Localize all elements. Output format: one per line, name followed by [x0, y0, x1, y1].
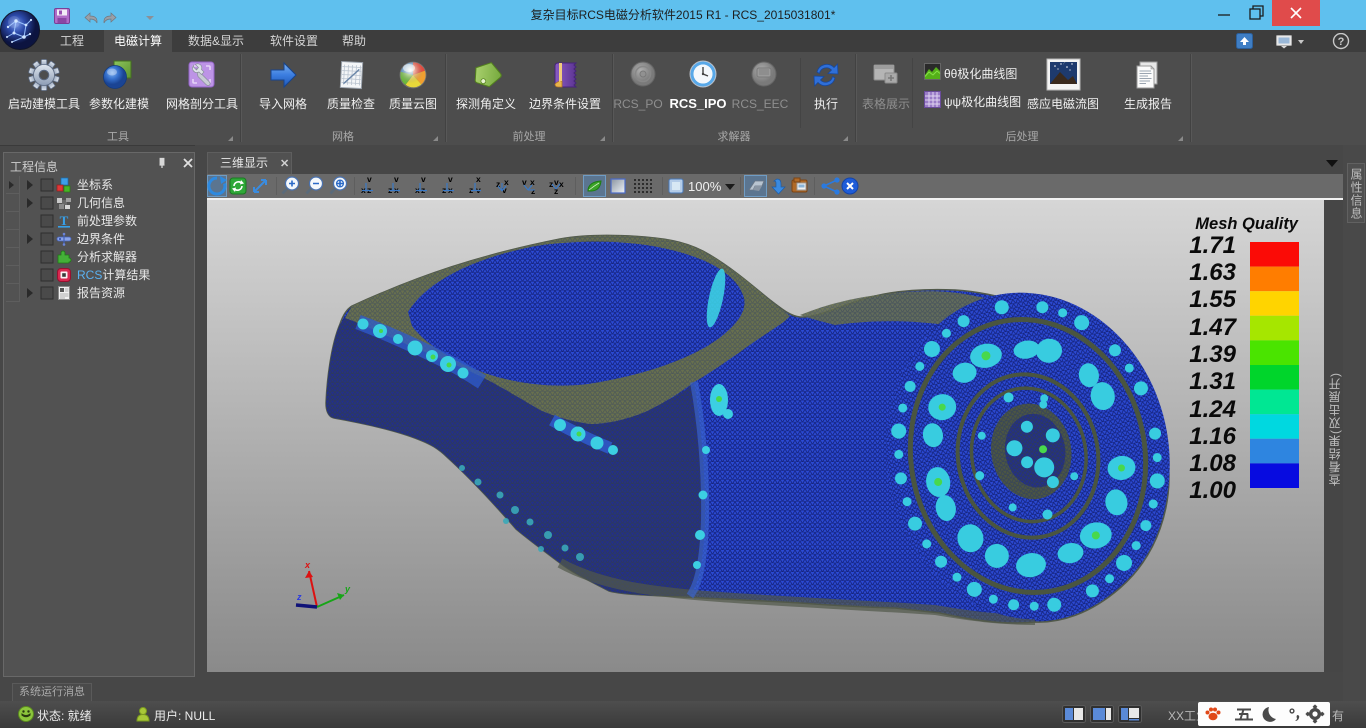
svg-text:v: v — [367, 174, 372, 184]
svg-text:T: T — [60, 213, 69, 228]
svg-text:z: z — [531, 186, 535, 196]
svg-text:x: x — [476, 174, 481, 184]
svg-text:Mesh Quality: Mesh Quality — [1195, 215, 1299, 233]
svg-text:z: z — [296, 592, 302, 602]
svg-text:1.00: 1.00 — [1189, 477, 1236, 504]
svg-text:v: v — [421, 174, 426, 184]
svg-text:1.08: 1.08 — [1189, 450, 1236, 477]
svg-text:?: ? — [1338, 36, 1345, 48]
svg-text:v: v — [448, 174, 453, 184]
svg-text:1.63: 1.63 — [1189, 259, 1236, 286]
svg-text:v: v — [394, 174, 399, 184]
svg-text:1.24: 1.24 — [1189, 396, 1236, 423]
svg-text:1.47: 1.47 — [1189, 314, 1237, 341]
svg-text:1.31: 1.31 — [1189, 368, 1236, 395]
svg-text:1.39: 1.39 — [1189, 341, 1236, 368]
svg-text:1.16: 1.16 — [1189, 423, 1236, 450]
svg-text:1.55: 1.55 — [1189, 286, 1236, 313]
svg-text:x: x — [304, 560, 311, 570]
svg-text:100%: 100% — [688, 179, 722, 194]
svg-text:x: x — [504, 177, 509, 187]
svg-text:y: y — [344, 584, 351, 594]
svg-text:1.71: 1.71 — [1189, 232, 1236, 259]
